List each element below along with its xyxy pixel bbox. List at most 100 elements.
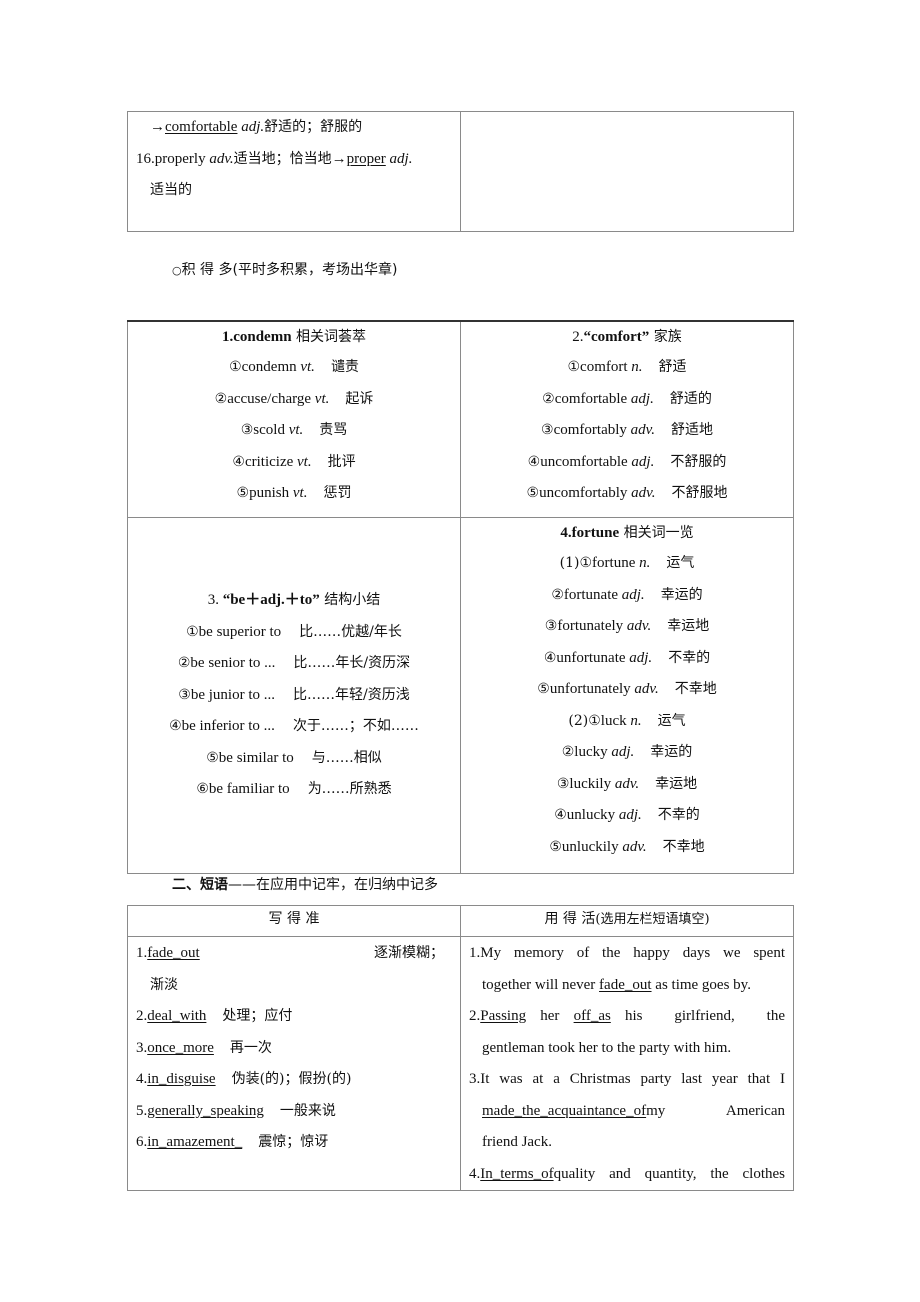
word: unluckily <box>561 838 619 855</box>
section-note-subtitle: (平时多积累，考场出华章) <box>232 262 398 278</box>
phrase: deal_with <box>147 1008 207 1024</box>
word-item: ⑤uncomfortably adv. 不舒服地 <box>461 478 793 510</box>
item-number: 4. <box>469 1165 481 1182</box>
item-number: 6. <box>136 1134 148 1150</box>
word: unlucky <box>566 807 616 823</box>
meaning: 比……优越/年长 <box>299 623 402 640</box>
word-item: (1)①fortune n. 运气 <box>461 548 793 580</box>
word: punish <box>249 485 290 501</box>
arrow-icon: → <box>331 150 347 167</box>
meaning: 为……所熟悉 <box>307 781 392 798</box>
phrase: be superior to <box>198 623 282 640</box>
phrase-item: 4.in_disguise 伪装(的)；假扮(的) <box>136 1064 452 1096</box>
meaning: 运气 <box>666 555 695 571</box>
circled-number: ① <box>186 623 199 640</box>
word-item: ③luckily adv. 幸运地 <box>461 769 793 801</box>
usage-cell: 1.My memory of the happy days we spent t… <box>460 936 794 1191</box>
circled-number: ④ <box>554 807 567 823</box>
circled-number: ③ <box>544 618 558 634</box>
circled-number: ④ <box>527 453 541 470</box>
item-number: 3. <box>136 1039 148 1056</box>
meaning: 惩罚 <box>323 485 352 501</box>
part-of-speech: vt. <box>297 453 312 470</box>
word: uncomfortable <box>540 453 628 470</box>
meaning: 次于……；不如…… <box>292 718 419 735</box>
circled-number: ① <box>567 359 581 375</box>
part-of-speech: adv. <box>634 681 659 697</box>
phrase: be familiar to <box>208 781 290 798</box>
circled-number: ③ <box>541 422 554 438</box>
word: unfortunately <box>549 681 631 697</box>
item-number: 2. <box>136 1008 148 1024</box>
usage-sentence-3-cont2: friend Jack. <box>482 1134 552 1150</box>
word: comfort <box>580 359 628 375</box>
circled-number: ③ <box>178 686 191 703</box>
meaning: 批评 <box>327 453 356 470</box>
sentence-text: my American <box>646 1102 785 1119</box>
structure-item: ④be inferior to ... 次于……；不如…… <box>128 711 460 743</box>
phrase: fade_out <box>147 945 200 961</box>
part-of-speech: n. <box>631 359 643 375</box>
circled-number: ③ <box>240 422 254 438</box>
word: condemn <box>241 359 297 375</box>
fortune-cell: 4.fortune 相关词一览 (1)①fortune n. 运气 ②fortuna… <box>460 517 794 874</box>
usage-sentence-3: 3.It was at a Christmas party last year … <box>469 1071 785 1087</box>
phrase-item: 2.deal_with 处理；应付 <box>136 1001 452 1033</box>
word-item: ①condemn vt. 谴责 <box>128 352 460 384</box>
part-of-speech: vt. <box>314 390 330 407</box>
part-of-speech: adv. <box>209 150 234 167</box>
part-of-speech: vt. <box>300 359 315 375</box>
circled-number: ⑥ <box>196 781 209 798</box>
use-header: 用 得 活(选用左栏短语填空) <box>460 905 794 937</box>
usage-sentence-2-cont: gentleman took her to the party with him… <box>482 1039 732 1056</box>
title-word: “be＋adj.＋to” <box>222 592 320 609</box>
word-item: ⑤punish vt. 惩罚 <box>128 478 460 510</box>
answer-blank: made_the_acquaintance_of <box>482 1102 647 1119</box>
circled-number: ③ <box>556 775 570 792</box>
section-note-title: 积 得 多 <box>181 262 233 278</box>
meaning: 不舒服地 <box>671 485 728 501</box>
circled-number: ⑤ <box>549 838 562 855</box>
circled-number: ⑤ <box>537 681 550 697</box>
phrase: be senior to ... <box>190 655 276 672</box>
part-of-speech: vt. <box>288 422 304 438</box>
phrase: once_more <box>147 1039 214 1056</box>
meaning: 逐渐模糊； <box>374 945 444 961</box>
word-item: ②fortunate adj. 幸运的 <box>461 580 793 612</box>
answer-blank: Passing <box>480 1008 527 1024</box>
word: luckily <box>569 775 612 792</box>
meaning: 比……年长/资历深 <box>293 655 411 672</box>
condemn-title: 1.condemn 相关词荟萃 <box>128 322 460 352</box>
vocab-left-cell: →comfortable adj.舒适的；舒服的 16.properly adv… <box>127 111 461 232</box>
answer-blank: In_terms_of <box>480 1165 554 1182</box>
heading-label: 二、短语 <box>172 877 228 893</box>
phrase: in_amazement_ <box>147 1134 243 1150</box>
derived-word: proper <box>346 150 386 167</box>
meaning: 伪装(的)；假扮(的) <box>231 1071 352 1087</box>
usage-sentence-1: 1.My memory of the happy days we spent <box>469 945 785 961</box>
answer-blank: off_as <box>573 1008 611 1024</box>
part-of-speech: adv. <box>626 618 652 634</box>
word-item: ③comfortably adv. 舒适地 <box>461 415 793 447</box>
item-number: 2. <box>469 1008 481 1024</box>
meaning: 不幸地 <box>674 681 717 697</box>
title-word: “comfort” <box>583 329 650 345</box>
comfort-list: ①comfort n. 舒适 ②comfortable adj. 舒适的 ③comfor… <box>461 352 793 510</box>
meaning: 适当地；恰当地 <box>233 150 332 167</box>
part-of-speech: adv. <box>622 838 647 855</box>
be-adj-to-list: ①be superior to 比……优越/年长 ②be senior to ...… <box>128 617 460 806</box>
word: lucky <box>574 744 608 760</box>
circled-number: ⑤ <box>236 485 250 501</box>
phrase-item: 3.once_more 再一次 <box>136 1033 452 1065</box>
fortune-title: 4.fortune 相关词一览 <box>461 518 793 548</box>
derived-word: comfortable <box>165 119 238 135</box>
phrase-item: 1.fade_out 逐渐模糊； <box>136 938 452 970</box>
word: fortune <box>592 555 636 571</box>
meaning: 一般来说 <box>279 1102 336 1119</box>
word: fortunate <box>563 586 619 603</box>
word-item: ④uncomfortable adj. 不舒服的 <box>461 447 793 479</box>
title-word: 4.fortune <box>560 525 620 541</box>
usage-sentence-4: 4.In_terms_of quality and quantity, the … <box>469 1159 785 1191</box>
part-of-speech: adv. <box>614 775 640 792</box>
word: unfortunate <box>556 649 626 666</box>
